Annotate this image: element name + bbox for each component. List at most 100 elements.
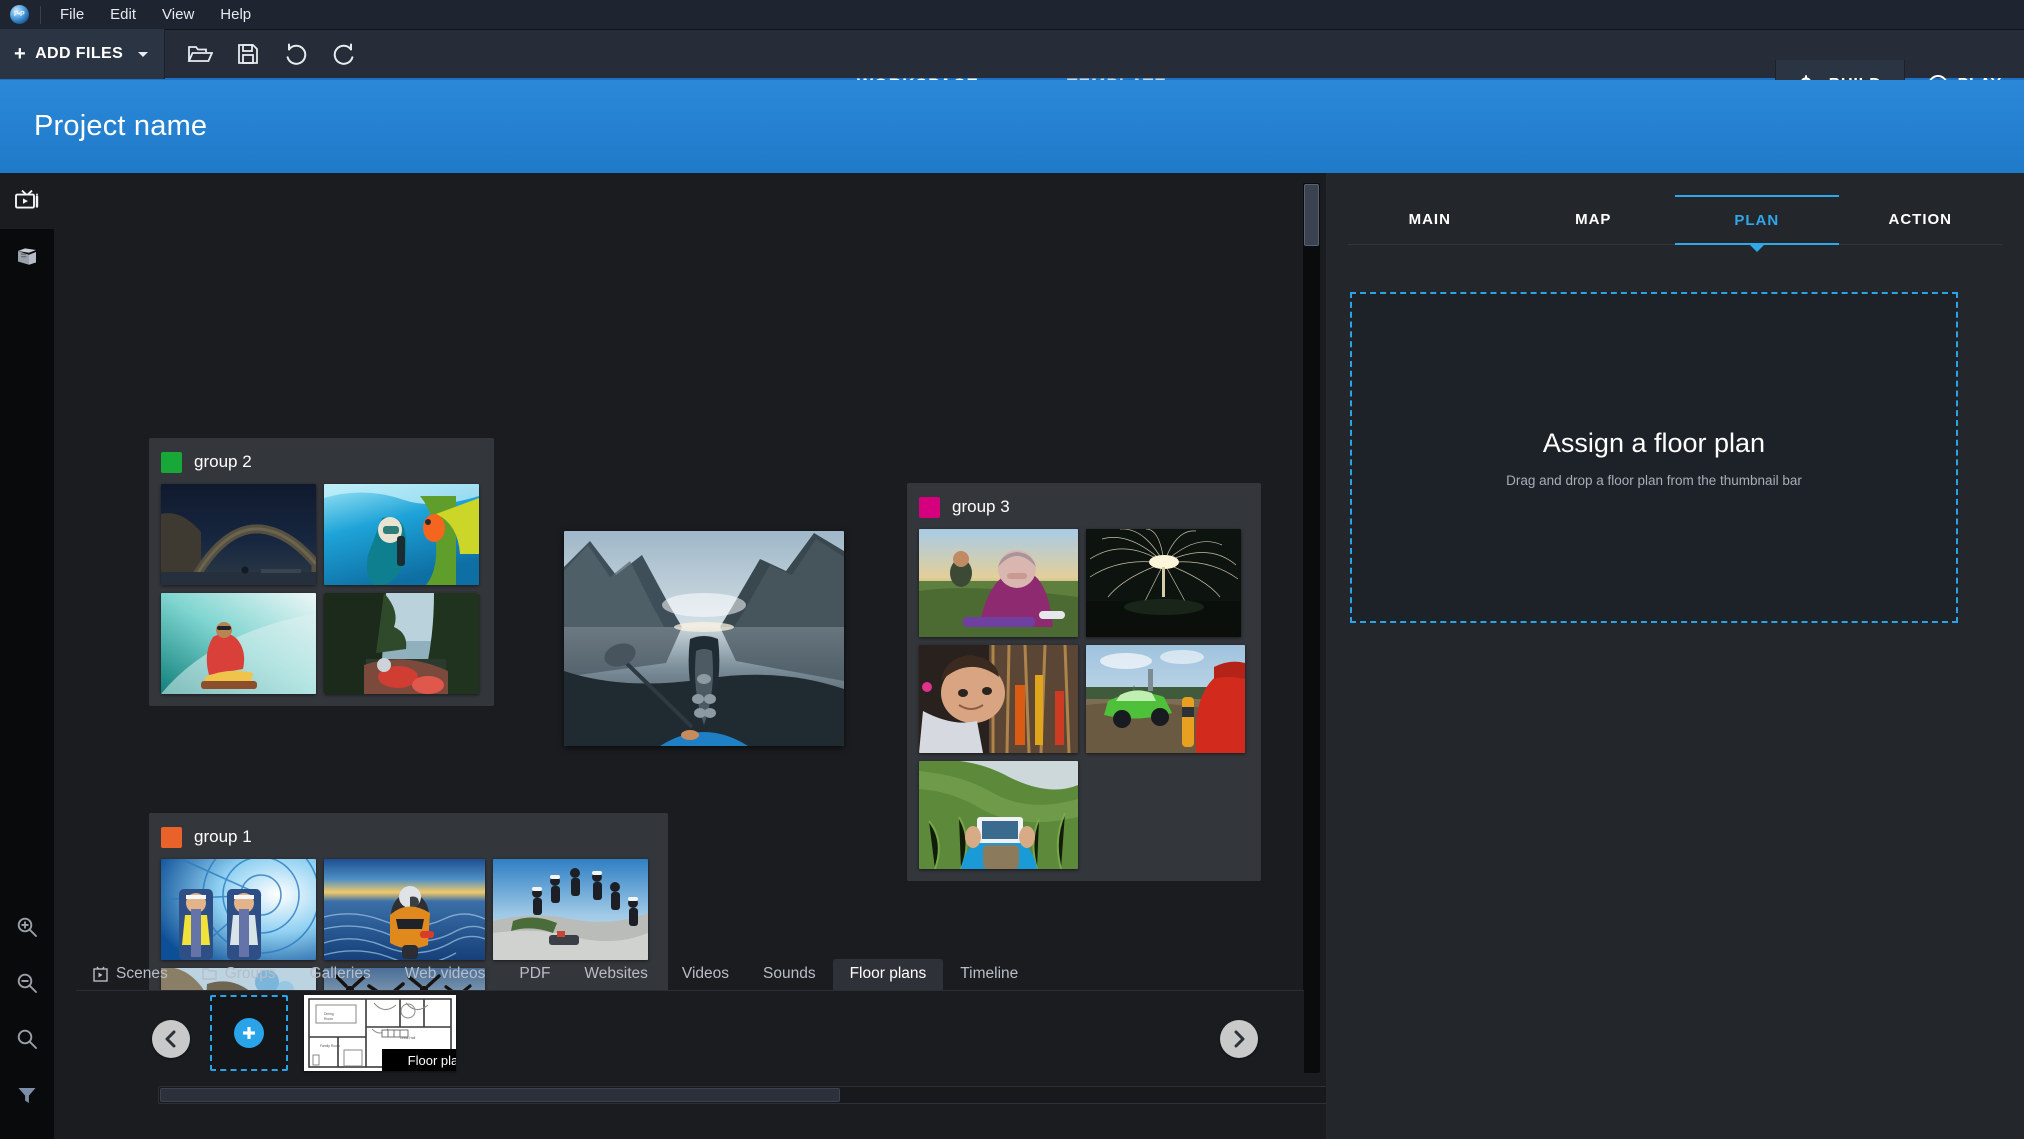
tab-label: Videos <box>681 965 730 982</box>
thumbnail-next-button[interactable] <box>1220 1020 1258 1058</box>
canvas-image-kayak-fjord[interactable] <box>564 531 844 746</box>
scene-icon <box>93 966 108 982</box>
tab-label: Timeline <box>960 965 1019 982</box>
tab-scenes[interactable]: Scenes <box>76 959 185 990</box>
chevron-left-icon <box>165 1030 176 1048</box>
menu-item-file[interactable]: File <box>47 3 97 26</box>
tab-groups[interactable]: Groups <box>185 959 293 990</box>
tab-websites[interactable]: Websites <box>567 959 664 990</box>
menu-item-edit[interactable]: Edit <box>97 3 149 26</box>
thumbnail-skate-crew[interactable] <box>493 859 648 960</box>
scrollbar-thumb[interactable] <box>160 1088 840 1102</box>
image-kid-bike <box>919 529 1078 637</box>
group-header: group 3 <box>919 493 1249 521</box>
image-scuba-diver <box>324 484 479 585</box>
floor-plan-caption: Floor plan 1 <box>382 1049 456 1071</box>
tab-plan[interactable]: PLAN <box>1675 195 1839 245</box>
add-files-label: ADD FILES <box>35 45 124 62</box>
plus-icon <box>243 1027 255 1039</box>
asset-type-tabs: Scenes Groups Galleries Web videos PDF W… <box>76 957 1304 991</box>
properties-tabs: MAIN MAP PLAN ACTION <box>1348 195 2002 245</box>
tab-label: Sounds <box>763 965 816 982</box>
thumbnail-kid-bike[interactable] <box>919 529 1078 637</box>
undo-button[interactable] <box>277 35 315 73</box>
floor-plan-thumbnail[interactable]: Dining Room Family Room Great Hall Floor p… <box>304 995 456 1071</box>
add-circle-icon <box>234 1018 264 1048</box>
tab-sounds[interactable]: Sounds <box>746 959 833 990</box>
tab-galleries[interactable]: Galleries <box>293 959 388 990</box>
rail-item-library[interactable] <box>0 229 54 285</box>
svg-text:Family Room: Family Room <box>320 1044 340 1048</box>
thumbnail-skydiver-desert[interactable] <box>324 859 485 960</box>
tab-web-videos[interactable]: Web videos <box>388 959 503 990</box>
filter-button[interactable] <box>0 1067 54 1123</box>
thumbnail-bridge-night[interactable] <box>161 484 316 585</box>
chevron-down-icon[interactable] <box>138 51 149 57</box>
zoom-in-button[interactable] <box>0 899 54 955</box>
scrollbar-thumb[interactable] <box>1304 184 1319 246</box>
thumbnail-prev-button[interactable] <box>152 1020 190 1058</box>
tab-pdf[interactable]: PDF <box>502 959 567 990</box>
menu-item-view[interactable]: View <box>149 3 207 26</box>
image-rollercoaster-riders <box>161 859 316 960</box>
tab-map[interactable]: MAP <box>1512 195 1676 244</box>
thumbnail-scuba-diver[interactable] <box>324 484 479 585</box>
thumbnail-horizontal-scrollbar[interactable] <box>158 1086 1358 1104</box>
tab-timeline[interactable]: Timeline <box>943 959 1035 990</box>
thumbnail-surfer-wave[interactable] <box>161 593 316 694</box>
tab-label: PDF <box>519 965 551 982</box>
tab-action[interactable]: ACTION <box>1839 195 2003 244</box>
media-tv-icon <box>15 189 39 209</box>
project-name[interactable]: Project name <box>0 110 207 143</box>
filter-icon <box>18 1088 36 1103</box>
folder-icon <box>202 968 217 980</box>
menu-item-help[interactable]: Help <box>207 3 264 26</box>
tab-label: Websites <box>584 965 648 982</box>
thumbnail-paraglider-selfie[interactable] <box>919 645 1078 753</box>
open-folder-button[interactable] <box>181 35 219 73</box>
thumbnail-canoe-forest[interactable] <box>324 593 479 694</box>
image-skate-crew <box>493 859 648 960</box>
thumbnail-rollercoaster-riders[interactable] <box>161 859 316 960</box>
image-kayak-fjord <box>564 531 844 746</box>
tab-floor-plans[interactable]: Floor plans <box>832 959 944 990</box>
group-panel[interactable]: group 2 <box>149 438 494 706</box>
group-thumbnails <box>161 484 482 694</box>
image-paraglider-selfie <box>919 645 1078 753</box>
thumbnail-hiker-phone[interactable] <box>919 761 1078 869</box>
group-label: group 3 <box>952 497 1010 516</box>
left-rail-top <box>0 173 54 285</box>
project-bar: Project name <box>0 80 2024 173</box>
zoom-out-button[interactable] <box>0 955 54 1011</box>
tab-label: Web videos <box>404 965 486 982</box>
tab-label: Groups <box>224 965 276 982</box>
tab-label: Galleries <box>309 965 371 982</box>
group-color-swatch <box>161 826 182 848</box>
zoom-reset-button[interactable] <box>0 1011 54 1067</box>
image-bridge-night <box>161 484 316 585</box>
thumbnail-steel-wool-sparks[interactable] <box>1086 529 1241 637</box>
image-steel-wool-sparks <box>1086 529 1241 637</box>
tab-videos[interactable]: Videos <box>665 959 746 990</box>
svg-text:Dining: Dining <box>324 1012 334 1016</box>
zoom-reset-icon <box>17 1029 37 1049</box>
add-files-button[interactable]: + ADD FILES <box>0 29 166 79</box>
add-floor-plan-slot[interactable] <box>210 995 288 1071</box>
dropzone-subtitle: Drag and drop a floor plan from the thum… <box>1506 472 1802 488</box>
group-panel[interactable]: group 3 <box>907 483 1261 881</box>
floor-plan-dropzone[interactable]: Assign a floor plan Drag and drop a floo… <box>1350 292 1958 623</box>
zoom-in-icon <box>17 917 37 937</box>
save-button[interactable] <box>229 35 267 73</box>
rail-item-media[interactable] <box>0 173 54 229</box>
group-color-swatch <box>161 451 182 473</box>
redo-button[interactable] <box>325 35 363 73</box>
image-canoe-forest <box>324 593 479 694</box>
image-drift-car <box>1086 645 1245 753</box>
group-color-swatch <box>919 496 940 518</box>
main-toolbar: + ADD FILES <box>0 29 2024 110</box>
thumbnail-drift-car[interactable] <box>1086 645 1245 753</box>
tab-main[interactable]: MAIN <box>1348 195 1512 244</box>
canvas-vertical-scrollbar[interactable] <box>1303 183 1320 1073</box>
svg-text:Room: Room <box>324 1017 333 1021</box>
application-window: P•P File Edit View Help + ADD FILES Proj… <box>0 0 2024 1139</box>
